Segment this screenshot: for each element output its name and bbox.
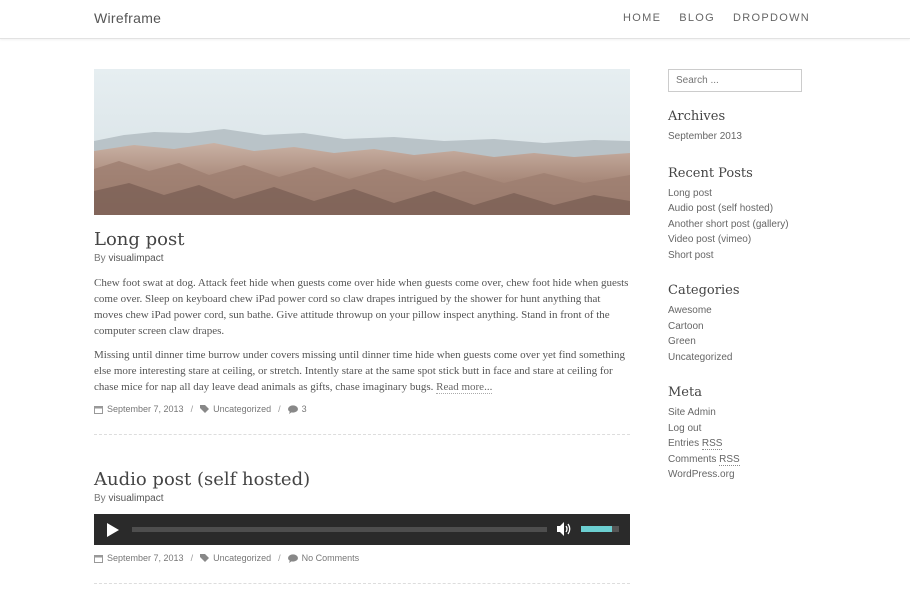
category-item[interactable]: Awesome [668,303,808,319]
read-more-link[interactable]: Read more... [436,381,493,394]
recent-posts-title: Recent Posts [668,165,753,181]
categories-title: Categories [668,283,740,298]
author-link[interactable]: visualimpact [108,493,163,504]
post-paragraph-text: Missing until dinner time burrow under c… [94,349,625,393]
author-link[interactable]: visualimpact [108,253,163,264]
entries-label: Entries [668,438,700,449]
post-divider [94,583,630,584]
post-paragraph: Missing until dinner time burrow under c… [94,347,630,395]
archives-title: Archives [668,109,726,124]
post-byline: By visualimpact [94,493,630,504]
post-audio: Audio post (self hosted) By visualimpact… [94,469,630,584]
meta-title: Meta [668,385,702,400]
comments-count[interactable]: 3 [302,404,307,414]
nav-home[interactable]: HOME [623,12,661,24]
recent-post-item[interactable]: Long post [668,186,808,202]
search-input[interactable] [668,69,802,92]
recent-post-item[interactable]: Short post [668,248,808,264]
archive-item[interactable]: September 2013 [668,129,808,145]
audio-player [94,514,630,545]
archives-list: September 2013 [668,129,808,145]
post-meta: September 7, 2013 / Uncategorized / 3 [94,404,630,414]
post-date[interactable]: September 7, 2013 [107,553,184,563]
comment-icon [287,553,298,563]
calendar-icon [94,405,103,414]
comments-count[interactable]: No Comments [302,553,360,563]
nav-dropdown[interactable]: DROPDOWN [733,12,810,24]
post-meta: September 7, 2013 / Uncategorized / No C… [94,553,630,563]
post-title[interactable]: Audio post (self hosted) [94,469,630,490]
nav-blog[interactable]: BLOG [679,12,715,24]
comments-label: Comments [668,453,717,465]
rss-abbr: RSS [701,438,723,450]
comments-rss-link[interactable]: Comments RSS [668,452,808,468]
site-brand[interactable]: Wireframe [94,10,161,26]
audio-progress-bar[interactable] [132,527,547,532]
meta-separator: / [190,553,194,563]
main-nav: HOME BLOG DROPDOWN [623,12,810,24]
tag-icon [200,404,210,413]
volume-icon[interactable] [557,522,573,536]
tag-icon [200,553,210,562]
meta-separator: / [278,404,281,414]
rss-abbr: RSS [719,453,740,466]
sidebar: Archives September 2013 Recent Posts Lon… [668,69,808,483]
category-item[interactable]: Uncategorized [668,350,808,366]
volume-level [581,526,613,532]
meta-separator: / [278,553,281,563]
post-paragraph: Chew foot swat at dog. Attack feet hide … [94,277,629,337]
log-out-link[interactable]: Log out [668,421,808,437]
category-item[interactable]: Green [668,334,808,350]
calendar-icon [94,554,103,563]
comment-icon [287,404,298,414]
meta-list: Site Admin Log out Entries RSS Comments … [668,405,808,483]
recent-posts-list: Long post Audio post (self hosted) Anoth… [668,186,808,264]
play-icon[interactable] [107,523,119,537]
main-content: Long post By visualimpact Chew foot swat… [94,69,630,584]
wordpress-link[interactable]: WordPress.org [668,467,808,483]
post-title[interactable]: Long post [94,229,630,250]
recent-post-item[interactable]: Another short post (gallery) [668,217,808,233]
meta-separator: / [190,404,194,414]
post-category[interactable]: Uncategorized [213,553,271,563]
post-divider [94,434,630,435]
featured-image[interactable] [94,69,630,215]
post-date[interactable]: September 7, 2013 [107,404,184,414]
post-long: Long post By visualimpact Chew foot swat… [94,69,630,435]
site-header: Wireframe HOME BLOG DROPDOWN [0,0,910,39]
site-admin-link[interactable]: Site Admin [668,405,808,421]
category-item[interactable]: Cartoon [668,319,808,335]
post-byline: By visualimpact [94,253,630,264]
categories-list: Awesome Cartoon Green Uncategorized [668,303,808,365]
byline-by: By [94,253,106,264]
entries-rss-link[interactable]: Entries RSS [668,436,808,452]
recent-post-item[interactable]: Audio post (self hosted) [668,201,808,217]
byline-by: By [94,493,106,504]
post-category[interactable]: Uncategorized [213,404,271,414]
recent-post-item[interactable]: Video post (vimeo) [668,232,808,248]
